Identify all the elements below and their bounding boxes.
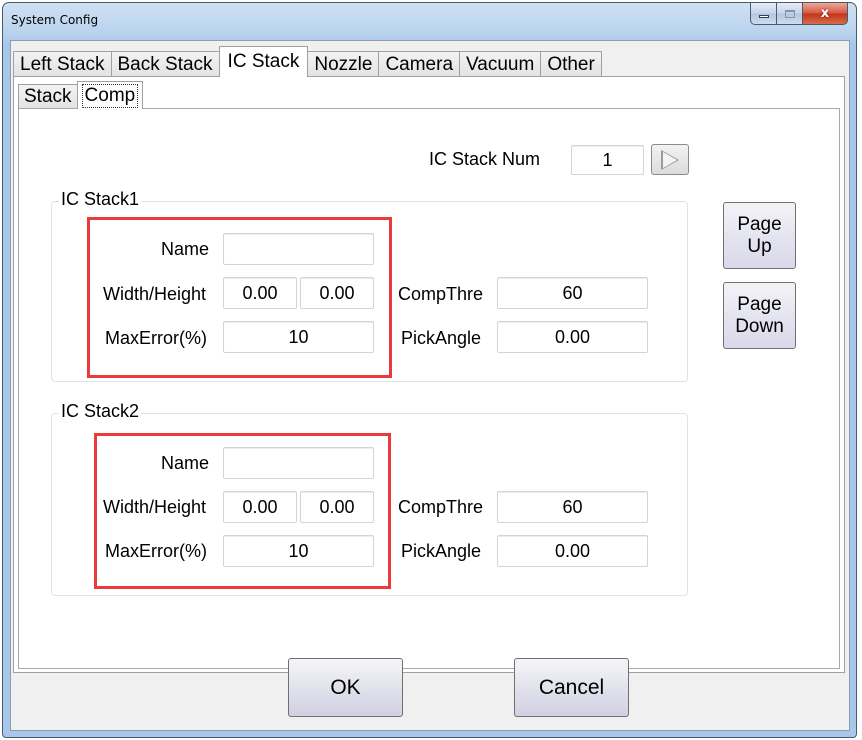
tab-other[interactable]: Other (540, 51, 602, 77)
name-label-1: Name (161, 239, 210, 259)
ic-stack2-title: IC Stack2 (59, 401, 142, 422)
dialog-client-area: Left Stack Back Stack IC Stack Nozzle Ca… (10, 40, 850, 731)
max-error-input-2[interactable] (223, 535, 374, 567)
main-tab-strip: Left Stack Back Stack IC Stack Nozzle Ca… (13, 43, 602, 77)
name-label-2: Name (161, 453, 210, 473)
comp-thre-input-1[interactable] (497, 277, 648, 309)
ok-button[interactable]: OK (288, 658, 403, 717)
width-height-label-2: Width/Height (103, 497, 207, 517)
page-up-label: Page Up (737, 213, 782, 257)
tab-back-stack[interactable]: Back Stack (110, 51, 220, 77)
sub-tab-strip: Stack Comp (18, 79, 144, 109)
pick-angle-input-2[interactable] (497, 535, 648, 567)
width-height-label-1: Width/Height (103, 284, 207, 304)
ic-stack1-title: IC Stack1 (59, 189, 142, 210)
minimize-button[interactable] (750, 3, 777, 25)
system-config-window: System Config x Left Stack Back Stack IC… (2, 2, 857, 738)
subtab-stack-label: Stack (24, 86, 72, 107)
play-arrow-icon (661, 149, 679, 170)
tab-ic-stack[interactable]: IC Stack (218, 46, 309, 77)
height-input-2[interactable] (300, 491, 374, 523)
caption-buttons: x (750, 3, 848, 25)
maximize-button[interactable] (777, 3, 803, 25)
subtab-stack[interactable]: Stack (18, 84, 78, 109)
page-up-button[interactable]: Page Up (723, 202, 796, 269)
cancel-button[interactable]: Cancel (514, 658, 629, 717)
window-title: System Config (11, 13, 99, 27)
maximize-icon (784, 9, 795, 18)
max-error-label-2: MaxError(%) (105, 541, 207, 561)
pick-angle-label-1: PickAngle (401, 328, 482, 348)
title-bar[interactable]: System Config x (3, 3, 856, 41)
close-icon: x (820, 6, 830, 21)
comp-thre-label-2: CompThre (398, 497, 484, 517)
subtab-comp-label: Comp (81, 83, 139, 108)
max-error-input-1[interactable] (223, 321, 374, 353)
width-input-1[interactable] (223, 277, 297, 309)
comp-thre-label-1: CompThre (398, 284, 484, 304)
width-input-2[interactable] (223, 491, 297, 523)
tab-vacuum[interactable]: Vacuum (459, 51, 542, 77)
tab-nozzle[interactable]: Nozzle (307, 51, 380, 77)
pick-angle-input-1[interactable] (497, 321, 648, 353)
next-stack-button[interactable] (651, 144, 689, 175)
ic-stack-num-input[interactable] (571, 145, 644, 175)
name-input-2[interactable] (223, 447, 374, 479)
ic-stack-num-label: IC Stack Num (429, 149, 541, 169)
comp-thre-input-2[interactable] (497, 491, 648, 523)
subtab-comp[interactable]: Comp (76, 81, 144, 109)
height-input-1[interactable] (300, 277, 374, 309)
page-down-button[interactable]: Page Down (723, 282, 796, 349)
max-error-label-1: MaxError(%) (105, 328, 207, 348)
name-input-1[interactable] (223, 233, 374, 265)
minimize-icon (758, 15, 769, 18)
tab-camera[interactable]: Camera (378, 51, 461, 77)
page-down-label: Page Down (735, 293, 784, 337)
close-button[interactable]: x (803, 3, 848, 25)
pick-angle-label-2: PickAngle (401, 541, 482, 561)
tab-left-stack[interactable]: Left Stack (13, 51, 112, 77)
